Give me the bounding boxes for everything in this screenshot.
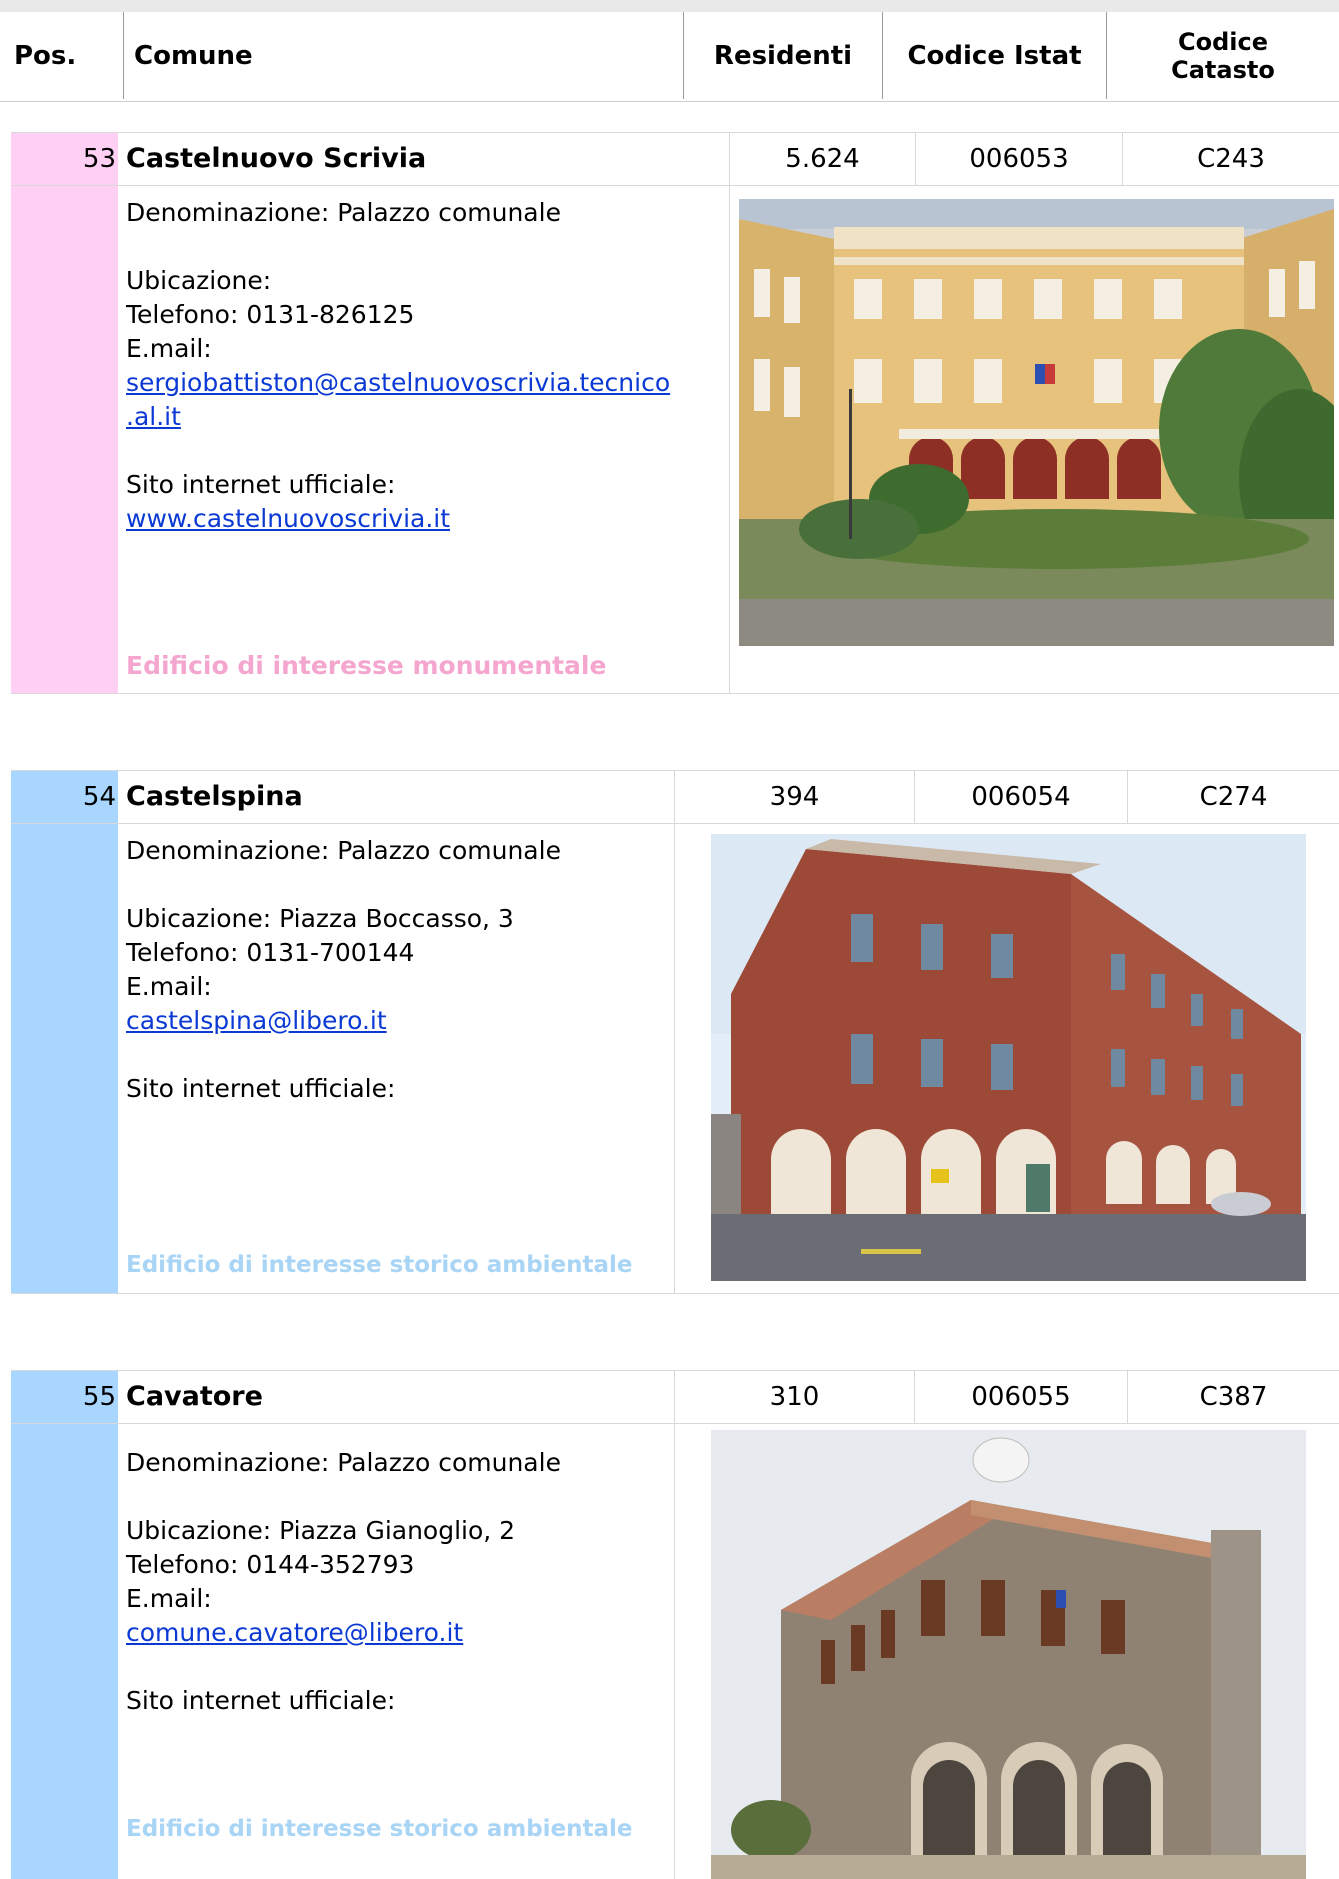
denominazione: Denominazione: Palazzo comunale <box>126 1448 561 1477</box>
record-details-row: Denominazione: Palazzo comunale Ubicazio… <box>11 824 1339 1294</box>
classification-tag: Edificio di interesse monumentale <box>126 651 607 680</box>
record-details-row: Denominazione: Palazzo comunale Ubicazio… <box>11 1424 1339 1879</box>
record-info: Denominazione: Palazzo comunale Ubicazio… <box>126 196 726 536</box>
header-pos: Pos. <box>14 40 77 71</box>
record-castelnuovo-scrivia: 53 Castelnuovo Scrivia 5.624 006053 C243… <box>11 132 1339 694</box>
email-label: E.mail: <box>126 334 212 363</box>
record-info: Denominazione: Palazzo comunale Ubicazio… <box>126 1446 666 1718</box>
record-codice-istat: 006053 <box>915 133 1122 185</box>
classification-tag: Edificio di interesse storico ambientale <box>126 1252 633 1278</box>
record-codice-catasto: C243 <box>1122 133 1339 185</box>
telefono: Telefono: 0144-352793 <box>126 1550 415 1579</box>
record-comune-name: Castelnuovo Scrivia <box>126 143 427 174</box>
sito-label: Sito internet ufficiale: <box>126 1074 396 1103</box>
record-position: 53 <box>82 144 116 174</box>
record-residenti: 310 <box>674 1371 914 1423</box>
record-position: 55 <box>82 1382 116 1412</box>
telefono: Telefono: 0131-826125 <box>126 300 415 329</box>
column-divider <box>674 824 675 1294</box>
classification-tag: Edificio di interesse storico ambientale <box>126 1816 633 1842</box>
ubicazione: Ubicazione: Piazza Gianoglio, 2 <box>126 1516 516 1545</box>
record-header-row: 53 Castelnuovo Scrivia 5.624 006053 C243 <box>11 132 1339 186</box>
record-codice-istat: 006054 <box>914 771 1127 823</box>
building-photo <box>711 1430 1306 1879</box>
record-comune-name: Cavatore <box>126 1381 263 1412</box>
sito-label: Sito internet ufficiale: <box>126 1686 396 1715</box>
sito-label: Sito internet ufficiale: <box>126 470 396 499</box>
header-codice-catasto: Codice Catasto <box>1106 12 1339 99</box>
record-codice-catasto: C387 <box>1127 1371 1339 1423</box>
record-castelspina: 54 Castelspina 394 006054 C274 Denominaz… <box>11 770 1339 1294</box>
record-details-row: Denominazione: Palazzo comunale Ubicazio… <box>11 186 1339 694</box>
header-comune: Comune <box>123 12 683 99</box>
email-label: E.mail: <box>126 972 212 1001</box>
header-residenti: Residenti <box>683 12 882 99</box>
table-header: Pos. Comune Residenti Codice Istat Codic… <box>0 0 1339 102</box>
building-photo <box>711 834 1306 1281</box>
email-label: E.mail: <box>126 1584 212 1613</box>
ubicazione: Ubicazione: Piazza Boccasso, 3 <box>126 904 514 933</box>
record-cavatore: 55 Cavatore 310 006055 C387 Denominazion… <box>11 1370 1339 1879</box>
record-header-row: 55 Cavatore 310 006055 C387 <box>11 1370 1339 1424</box>
email-link[interactable]: sergiobattiston@castelnuovoscrivia.tecni… <box>126 368 670 431</box>
record-codice-istat: 006055 <box>914 1371 1127 1423</box>
denominazione: Denominazione: Palazzo comunale <box>126 198 561 227</box>
header-codice-catasto-line2: Catasto <box>1171 55 1275 84</box>
header-codice-istat: Codice Istat <box>882 12 1106 99</box>
record-position: 54 <box>82 782 116 812</box>
record-codice-catasto: C274 <box>1127 771 1339 823</box>
record-info: Denominazione: Palazzo comunale Ubicazio… <box>126 834 666 1106</box>
record-comune-name: Castelspina <box>126 781 303 812</box>
column-divider <box>729 186 730 694</box>
building-photo <box>739 199 1334 646</box>
column-divider <box>674 1424 675 1879</box>
website-link[interactable]: www.castelnuovoscrivia.it <box>126 504 450 533</box>
record-residenti: 394 <box>674 771 914 823</box>
email-link[interactable]: comune.cavatore@libero.it <box>126 1618 463 1647</box>
record-header-row: 54 Castelspina 394 006054 C274 <box>11 770 1339 824</box>
header-codice-catasto-line1: Codice <box>1177 27 1268 56</box>
ubicazione: Ubicazione: <box>126 266 272 295</box>
record-residenti: 5.624 <box>729 133 915 185</box>
email-link[interactable]: castelspina@libero.it <box>126 1006 387 1035</box>
denominazione: Denominazione: Palazzo comunale <box>126 836 561 865</box>
telefono: Telefono: 0131-700144 <box>126 938 415 967</box>
